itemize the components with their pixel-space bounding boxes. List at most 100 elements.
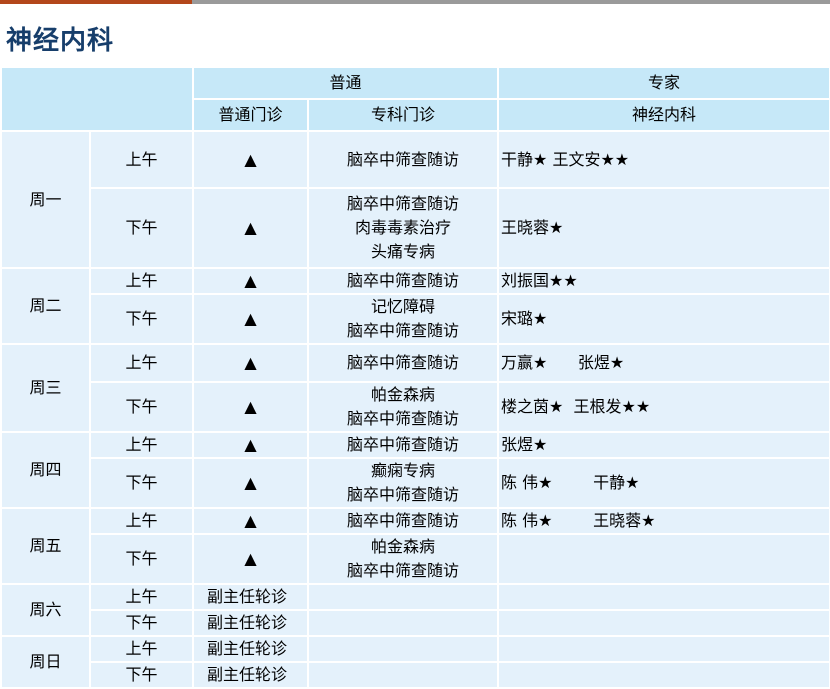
- period-cell: 上午: [89, 635, 194, 663]
- schedule-row: 周六 上午 副主任轮诊: [0, 583, 830, 637]
- special-clinic-item: 脑卒中筛查随访: [347, 149, 460, 169]
- general-clinic-cell: 副主任轮诊: [192, 635, 309, 663]
- schedule-row: 下午 ▲ 帕金森病 脑卒中筛查随访: [1, 533, 830, 585]
- special-clinic-cell: 脑卒中筛查随访 肉毒毒素治疗 头痛专病: [306, 187, 500, 269]
- schedule-row: 下午 ▲ 记忆障碍 脑卒中筛查随访 宋璐★: [1, 293, 830, 345]
- special-clinic-item: 脑卒中筛查随访: [347, 194, 460, 213]
- schedule-row: 下午 ▲ 脑卒中筛查随访 肉毒毒素治疗 头痛专病 王晓蓉★: [1, 187, 830, 269]
- day-cell: 周六: [0, 583, 91, 637]
- general-clinic-cell: 副主任轮诊: [192, 661, 309, 689]
- header-special-clinic: 专科门诊: [306, 98, 500, 132]
- day-cell: 周五: [0, 507, 91, 585]
- special-clinic-cell: 脑卒中筛查随访: [306, 130, 500, 189]
- day-cell: 周四: [0, 431, 91, 509]
- header-general-clinic: 普通门诊: [192, 98, 309, 132]
- day-cell: 周日: [0, 635, 91, 689]
- special-clinic-item: 脑卒中筛查随访: [347, 485, 460, 504]
- schedule-row: 周二 上午 ▲ 脑卒中筛查随访 刘振国★★: [0, 267, 830, 345]
- expert-cell: 陈 伟★ 王晓蓉★: [497, 507, 830, 535]
- special-clinic-item: 帕金森病: [371, 537, 436, 556]
- special-clinic-cell: 脑卒中筛查随访: [306, 343, 500, 383]
- special-clinic-item: 脑卒中筛查随访: [347, 409, 460, 428]
- period-cell: 上午: [89, 267, 194, 295]
- expert-cell: 干静★ 王文安★★: [497, 130, 830, 189]
- special-clinic-item: 帕金森病: [371, 385, 436, 404]
- top-decorative-bar: [0, 0, 830, 4]
- special-clinic-cell: 记忆障碍 脑卒中筛查随访: [306, 293, 500, 345]
- expert-cell: [497, 661, 830, 689]
- header-corner: [0, 66, 194, 132]
- schedule-row: 周日 上午 副主任轮诊: [0, 635, 830, 689]
- period-cell: 下午: [89, 187, 194, 269]
- special-clinic-cell: 脑卒中筛查随访: [306, 431, 500, 459]
- expert-cell: 王晓蓉★: [497, 187, 830, 269]
- period-cell: 下午: [89, 457, 194, 509]
- special-clinic-item: 肉毒毒素治疗: [355, 218, 452, 237]
- general-clinic-cell: ▲: [192, 507, 309, 535]
- expert-cell: [497, 635, 830, 663]
- expert-cell: 陈 伟★ 干静★: [497, 457, 830, 509]
- period-cell: 上午: [89, 507, 194, 535]
- special-clinic-cell: 癫痫专病脑卒中筛查随访: [306, 457, 500, 509]
- period-cell: 下午: [89, 533, 194, 585]
- period-cell: 上午: [89, 343, 194, 383]
- general-clinic-cell: 副主任轮诊: [192, 583, 309, 611]
- expert-cell: [497, 533, 830, 585]
- general-clinic-cell: ▲: [192, 293, 309, 345]
- special-clinic-item: 脑卒中筛查随访: [347, 271, 460, 290]
- special-clinic-cell: [306, 635, 500, 663]
- day-cell: 周二: [0, 267, 91, 345]
- period-cell: 上午: [89, 583, 194, 611]
- day-cell: 周一: [0, 130, 91, 269]
- schedule-row: 下午 ▲ 癫痫专病 脑卒中筛查随访陈 伟★ 干静★: [1, 457, 830, 509]
- schedule-row: 下午 ▲ 帕金森病 脑卒中筛查随访 楼之茵★ 王根发★★: [1, 381, 830, 433]
- header-group-expert: 专家: [497, 66, 830, 100]
- period-cell: 上午: [89, 130, 194, 189]
- schedule-row: 下午 副主任轮诊: [1, 609, 830, 637]
- special-clinic-item: 脑卒中筛查随访: [347, 353, 460, 372]
- special-clinic-cell: 脑卒中筛查随访: [306, 507, 500, 535]
- general-clinic-cell: ▲: [192, 457, 309, 509]
- special-clinic-cell: 脑卒中筛查随访: [306, 267, 500, 295]
- period-cell: 上午: [89, 431, 194, 459]
- expert-cell: 万赢★ 张煜★: [497, 343, 830, 383]
- special-clinic-item: 脑卒中筛查随访: [347, 511, 460, 530]
- general-clinic-cell: ▲: [192, 187, 309, 269]
- general-clinic-cell: ▲: [192, 533, 309, 585]
- top-accent-bar: [0, 0, 192, 4]
- special-clinic-item: 癫痫专病: [371, 461, 436, 480]
- special-clinic-cell: [306, 609, 500, 637]
- expert-cell: 宋璐★: [497, 293, 830, 345]
- special-clinic-cell: [306, 661, 500, 689]
- special-clinic-cell: [306, 583, 500, 611]
- general-clinic-cell: 副主任轮诊: [192, 609, 309, 637]
- general-clinic-cell: ▲: [192, 343, 309, 383]
- period-cell: 下午: [89, 381, 194, 433]
- day-cell: 周三: [0, 343, 91, 433]
- special-clinic-item: 记忆障碍: [371, 297, 436, 316]
- expert-cell: [497, 583, 830, 611]
- expert-cell: [497, 609, 830, 637]
- schedule-table: 普通 专家 普通门诊 专科门诊 神经内科 周一 上午 ▲ 脑卒中筛查随访 干静★ 王文安…: [0, 66, 830, 689]
- period-cell: 下午: [89, 661, 194, 689]
- schedule-row: 周四 上午 ▲ 脑卒中筛查随访 张煜★: [0, 431, 830, 509]
- header-group-general: 普通: [191, 66, 500, 100]
- special-clinic-item: 脑卒中筛查随访: [347, 561, 460, 580]
- expert-cell: 张煜★: [497, 431, 830, 459]
- special-clinic-item: 脑卒中筛查随访: [347, 435, 460, 454]
- expert-cell: 楼之茵★ 王根发★★: [497, 381, 830, 433]
- period-cell: 下午: [89, 293, 194, 345]
- special-clinic-item: 头痛专病: [371, 242, 436, 261]
- general-clinic-cell: ▲: [192, 381, 309, 433]
- schedule-row: 周一 上午 ▲ 脑卒中筛查随访 干静★ 王文安★★: [0, 130, 830, 269]
- page-title: 神经内科: [6, 26, 115, 56]
- general-clinic-cell: ▲: [192, 267, 309, 295]
- special-clinic-cell: 帕金森病脑卒中筛查随访: [306, 381, 500, 433]
- general-clinic-cell: ▲: [192, 431, 309, 459]
- special-clinic-cell: 帕金森病脑卒中筛查随访: [306, 533, 500, 585]
- period-cell: 下午: [89, 609, 194, 637]
- schedule-row: 下午 副主任轮诊: [1, 661, 830, 689]
- schedule-row: 周三 上午 ▲ 脑卒中筛查随访 万赢★ 张煜★: [0, 343, 830, 433]
- header-expert-dept: 神经内科: [497, 98, 830, 132]
- expert-cell: 刘振国★★: [497, 267, 830, 295]
